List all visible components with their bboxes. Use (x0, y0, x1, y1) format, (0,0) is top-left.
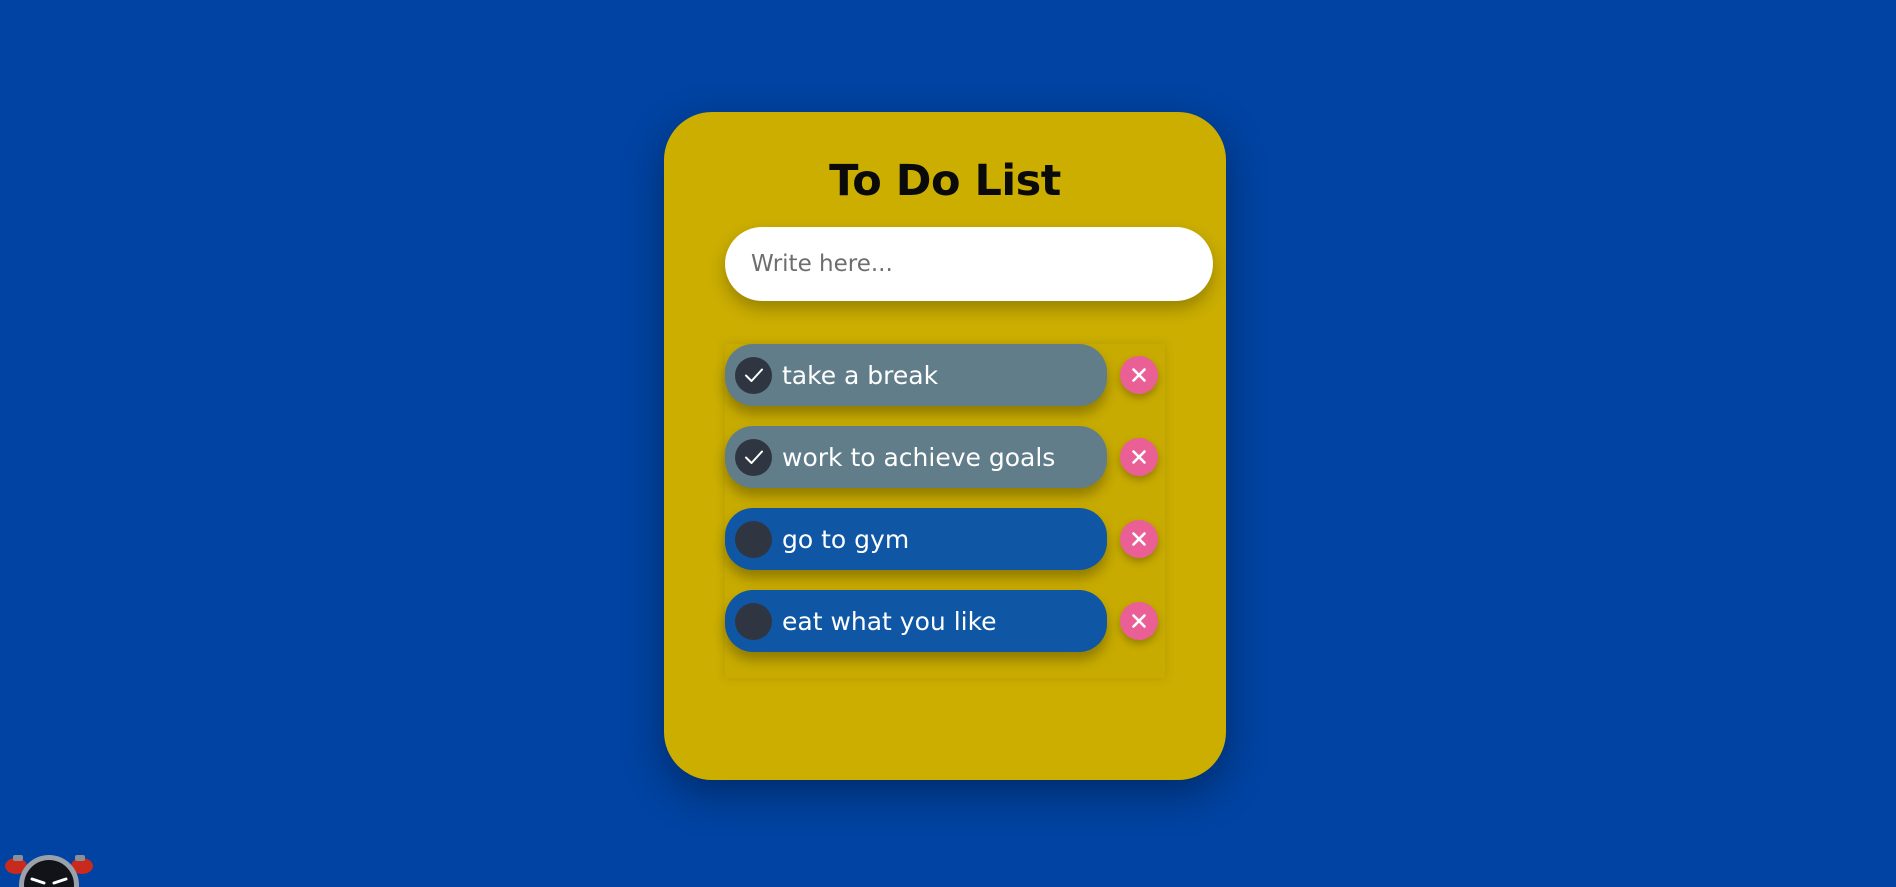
close-icon (1132, 450, 1146, 464)
delete-task-button[interactable] (1120, 602, 1158, 640)
task-toggle-checkbox[interactable] (735, 602, 772, 640)
task-input-container (725, 227, 1213, 301)
robot-mascot-graphic (5, 855, 93, 887)
task-item[interactable]: work to achieve goals (725, 426, 1107, 488)
task-toggle-checkbox[interactable] (735, 438, 772, 476)
task-label: eat what you like (782, 606, 997, 636)
task-item[interactable]: eat what you like (725, 590, 1107, 652)
task-list: take a break work to achieve goals go to (725, 344, 1165, 678)
close-icon (1132, 368, 1146, 382)
task-toggle-checkbox[interactable] (735, 356, 772, 394)
task-item[interactable]: take a break (725, 344, 1107, 406)
todo-card: To Do List take a break wor (664, 112, 1226, 780)
robot-mascot-icon[interactable] (2, 845, 96, 887)
task-label: go to gym (782, 524, 910, 554)
delete-task-button[interactable] (1120, 520, 1158, 558)
task-input[interactable] (751, 227, 1191, 301)
task-label: work to achieve goals (782, 442, 1056, 472)
delete-task-button[interactable] (1120, 438, 1158, 476)
task-toggle-checkbox[interactable] (735, 520, 772, 558)
page-title: To Do List (829, 156, 1061, 206)
task-item[interactable]: go to gym (725, 508, 1107, 570)
checkmark-icon (744, 450, 763, 464)
close-icon (1132, 532, 1146, 546)
close-icon (1132, 614, 1146, 628)
delete-task-button[interactable] (1120, 356, 1158, 394)
task-label: take a break (782, 360, 939, 390)
checkmark-icon (744, 368, 763, 382)
